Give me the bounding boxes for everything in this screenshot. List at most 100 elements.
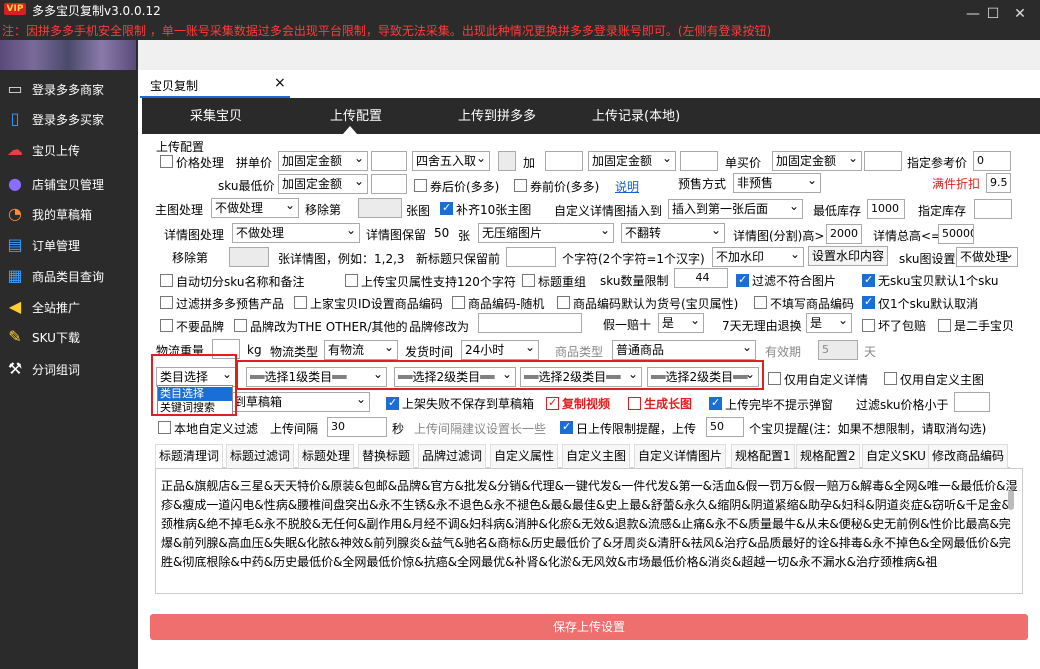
- detail-img-select[interactable]: 不做处理: [232, 223, 360, 243]
- close-tab-icon[interactable]: ×: [274, 75, 286, 91]
- random-code-checkbox[interactable]: [452, 296, 465, 309]
- no-save-draft-checkbox[interactable]: [386, 396, 399, 410]
- valid-period-input[interactable]: 5: [818, 340, 858, 360]
- minimize-icon[interactable]: —: [964, 6, 982, 22]
- tab-custom-detail[interactable]: 自定义详情图片: [634, 444, 727, 468]
- watermark-button[interactable]: 设置水印内容: [808, 246, 888, 266]
- nav-collect[interactable]: 采集宝贝: [190, 105, 242, 124]
- daily-limit-checkbox[interactable]: [560, 420, 573, 434]
- textarea-scrollbar[interactable]: [1008, 490, 1014, 510]
- tab-item-copy[interactable]: 宝贝复制 ×: [140, 72, 290, 98]
- tab-replace-title[interactable]: 替换标题: [358, 444, 415, 468]
- seven-days-select[interactable]: 是: [806, 313, 852, 333]
- add-amount-input[interactable]: [680, 151, 718, 171]
- add-input[interactable]: [545, 151, 583, 171]
- attr120-checkbox[interactable]: [345, 274, 358, 287]
- sku-img-select[interactable]: 不做处理: [956, 247, 1018, 267]
- detail-keep-value[interactable]: 50: [434, 226, 449, 240]
- no-brand-checkbox[interactable]: [160, 319, 173, 332]
- sidebar-item-word-split[interactable]: ⚒ 分词组词: [0, 354, 138, 384]
- ship-time-select[interactable]: 24小时: [461, 340, 539, 360]
- main-img-select[interactable]: 不做处理: [211, 198, 299, 218]
- tab-custom-attr[interactable]: 自定义属性: [490, 444, 559, 468]
- maximize-icon[interactable]: ☐: [984, 6, 1002, 22]
- sidebar-item-shop-items[interactable]: ● 店铺宝贝管理: [0, 169, 138, 199]
- single-price-input[interactable]: [864, 151, 902, 171]
- detail-remove-input[interactable]: [229, 247, 269, 267]
- tab-spec1[interactable]: 规格配置1: [731, 444, 795, 468]
- nav-upload-records[interactable]: 上传记录(本地): [592, 105, 680, 124]
- filter-presale-checkbox[interactable]: [160, 296, 173, 309]
- presale-select[interactable]: 非预售: [733, 173, 821, 193]
- round-select[interactable]: 四舍五入取: [412, 151, 490, 171]
- nav-upload-pdd[interactable]: 上传到拼多多: [458, 105, 536, 124]
- sku-min-input[interactable]: [371, 174, 407, 194]
- upload-interval-input[interactable]: 30: [327, 417, 387, 437]
- daily-limit-input[interactable]: 50: [706, 417, 744, 437]
- after-coupon-checkbox[interactable]: [414, 179, 427, 192]
- set-code-checkbox[interactable]: [294, 296, 307, 309]
- auto-split-checkbox[interactable]: [160, 274, 173, 287]
- sidebar-item-login-buyer[interactable]: ▯ 登录多多买家: [0, 104, 138, 134]
- save-button[interactable]: 保存上传设置: [150, 614, 1028, 640]
- add-amount-select[interactable]: 加固定金额: [588, 151, 676, 171]
- sidebar-item-sku-download[interactable]: ✎ SKU下载: [0, 322, 138, 352]
- fake-ten-select[interactable]: 是: [658, 313, 704, 333]
- split-height-input[interactable]: 2000: [826, 224, 862, 244]
- sku-limit-input[interactable]: 44: [674, 268, 728, 288]
- round-digits-input[interactable]: [498, 151, 516, 171]
- ref-price-input[interactable]: 0: [973, 151, 1011, 171]
- compress-select[interactable]: 无压缩图片: [478, 223, 614, 243]
- gen-long-checkbox[interactable]: [628, 397, 641, 410]
- tab-modify-code[interactable]: 修改商品编码: [928, 444, 1009, 468]
- bad-pay-checkbox[interactable]: [862, 319, 875, 332]
- no-fill-code-checkbox[interactable]: [754, 296, 767, 309]
- copy-video-checkbox[interactable]: [546, 396, 559, 410]
- tab-spec2[interactable]: 规格配置2: [796, 444, 860, 468]
- watermark-select[interactable]: 不加水印: [712, 247, 804, 267]
- close-icon[interactable]: ✕: [1011, 6, 1029, 22]
- logistics-type-select[interactable]: 有物流: [324, 340, 398, 360]
- filter-bad-checkbox[interactable]: [736, 273, 749, 287]
- price-process-checkbox[interactable]: [160, 155, 173, 168]
- nav-upload-config[interactable]: 上传配置: [330, 105, 382, 124]
- sidebar-item-category[interactable]: ▦ 商品类目查询: [0, 261, 138, 291]
- title-regroup-checkbox[interactable]: [522, 274, 535, 287]
- fill10-checkbox[interactable]: [440, 201, 453, 215]
- upload-target-select[interactable]: 到草稿箱: [230, 392, 370, 412]
- sidebar-item-drafts[interactable]: ◔ 我的草稿箱: [0, 199, 138, 229]
- filter-sku-price-input[interactable]: [954, 392, 990, 412]
- only-custom-detail-checkbox[interactable]: [768, 372, 781, 385]
- sidebar-item-orders[interactable]: ▤ 订单管理: [0, 230, 138, 260]
- min-stock-input[interactable]: 1000: [867, 199, 905, 219]
- insert-position-select[interactable]: 插入到第一张后面: [668, 199, 803, 219]
- sidebar-item-upload[interactable]: ☁ 宝贝上传: [0, 135, 138, 165]
- no-popup-checkbox[interactable]: [709, 396, 722, 410]
- flip-select[interactable]: 不翻转: [621, 223, 725, 243]
- code-as-sku-checkbox[interactable]: [557, 296, 570, 309]
- discount-input[interactable]: 9.5: [986, 173, 1011, 193]
- brand-modify-input[interactable]: [478, 313, 582, 333]
- set-stock-input[interactable]: [974, 199, 1012, 219]
- sidebar-item-promotion[interactable]: ◀ 全站推广: [0, 292, 138, 322]
- goods-type-select[interactable]: 普通商品: [612, 340, 756, 360]
- sidebar-item-login-merchant[interactable]: ▭ 登录多多商家: [0, 74, 138, 104]
- tab-cleanup-words[interactable]: 标题清理词: [155, 444, 224, 468]
- sku-min-select[interactable]: 加固定金额: [278, 174, 368, 194]
- group-price-input[interactable]: [371, 151, 407, 171]
- tab-title-filter[interactable]: 标题过滤词: [226, 444, 295, 468]
- cleanup-words-textarea[interactable]: 正品&旗舰店&三星&天天特价&原装&包邮&品牌&官方&批发&分销&代理&一键代发…: [155, 468, 1023, 594]
- before-coupon-checkbox[interactable]: [514, 179, 527, 192]
- group-price-select[interactable]: 加固定金额: [278, 151, 368, 171]
- one-sku-cancel-checkbox[interactable]: [862, 295, 875, 309]
- tab-brand-filter[interactable]: 品牌过滤词: [418, 444, 487, 468]
- tab-title-process[interactable]: 标题处理: [298, 444, 355, 468]
- title-keep-input[interactable]: [506, 247, 556, 267]
- brand-other-checkbox[interactable]: [234, 319, 247, 332]
- second-hand-checkbox[interactable]: [938, 319, 951, 332]
- local-filter-checkbox[interactable]: [158, 421, 171, 434]
- only-custom-main-checkbox[interactable]: [884, 372, 897, 385]
- total-height-input[interactable]: 50000: [938, 224, 974, 244]
- no-sku-default-checkbox[interactable]: [862, 273, 875, 287]
- main-remove-input[interactable]: [358, 198, 402, 218]
